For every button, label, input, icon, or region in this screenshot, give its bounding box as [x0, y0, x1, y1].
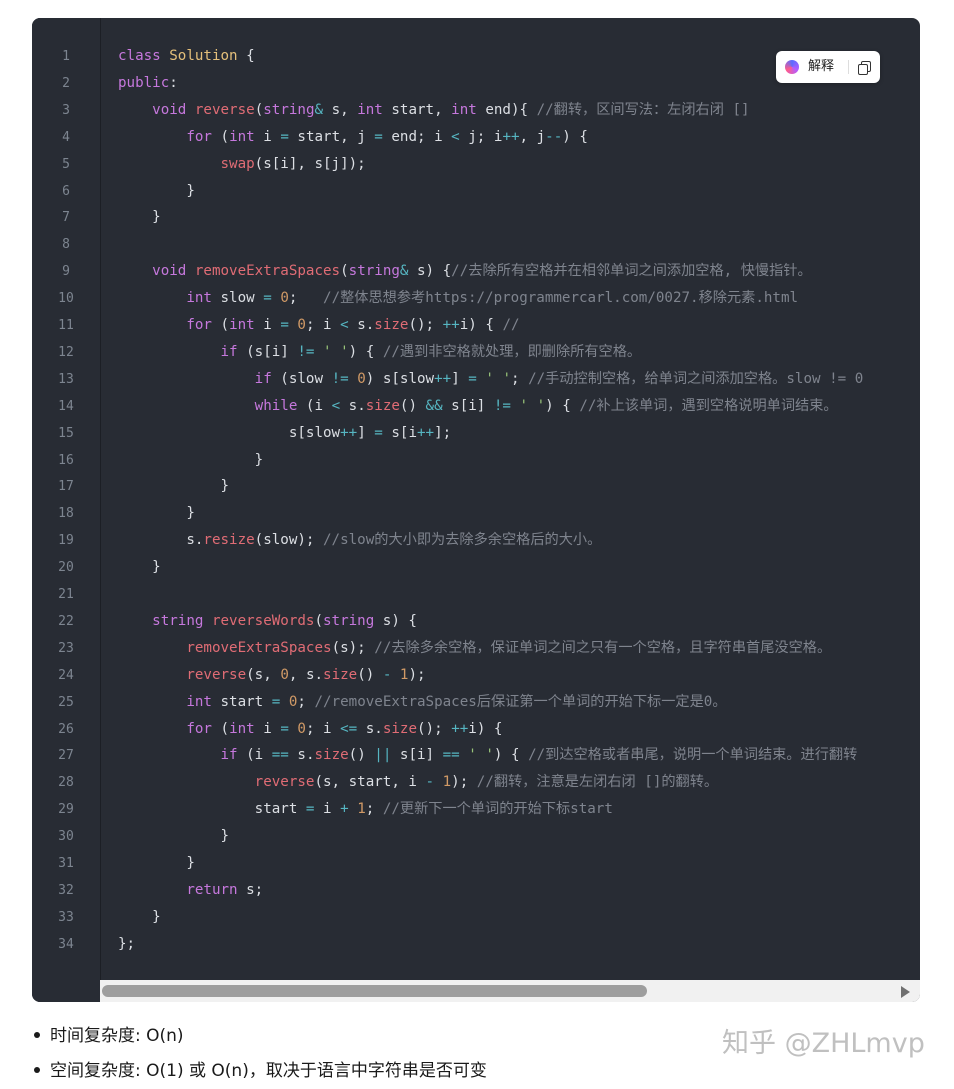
line-number: 4 [62, 129, 70, 145]
line-number: 20 [58, 560, 74, 576]
toolbar-divider [848, 60, 849, 74]
line-number: 24 [58, 667, 74, 683]
line-number: 21 [58, 587, 74, 602]
code-line: } [118, 209, 161, 226]
code-line: swap(s[i], s[j]); [220, 155, 366, 172]
code-line: if (s[i] != ' ') { //遇到非空格就处理，即删除所有空格。 [220, 343, 642, 360]
code-line: } [118, 478, 230, 495]
line-number: 6 [62, 183, 70, 199]
code-content[interactable]: class Solution { public: void reverse(str… [100, 18, 920, 980]
line-number: 10 [58, 291, 74, 307]
code-line: class Solution { [118, 48, 255, 64]
line-number: 32 [58, 882, 74, 898]
list-item-text: 空间复杂度: O(1) 或 O(n)，取决于语言中字符串是否可变 [50, 1061, 487, 1081]
line-number: 16 [58, 452, 74, 468]
line-number-gutter: 1 2 3 4 5 6 7 8 9 10 11 12 13 14 15 16 17 18 19 20 21 22 23 24 2… [32, 18, 101, 1002]
line-number: 27 [58, 748, 74, 764]
list-item: 时间复杂度: O(n) [32, 1022, 184, 1050]
line-number: 28 [58, 775, 74, 791]
code-line: void reverse(string& s, int start, int e… [152, 101, 750, 118]
line-number: 7 [62, 210, 70, 226]
code-line: } [118, 908, 161, 925]
code-line: return s; [186, 881, 264, 898]
line-number: 23 [58, 640, 74, 656]
code-line: start = i + 1; //更新下一个单词的开始下标start [118, 801, 613, 818]
code-line: void removeExtraSpaces(string& s) {//去除所… [152, 263, 812, 280]
code-line: while (i < s.size() && s[i] != ' ') { //… [254, 397, 838, 414]
line-number: 33 [58, 909, 74, 925]
line-number: 9 [62, 264, 70, 280]
code-line: reverse(s, start, i - 1); //翻转，注意是左闭右闭 [… [254, 774, 719, 791]
line-number: 2 [62, 75, 70, 91]
line-number: 18 [58, 506, 74, 522]
code-line: if (i == s.size() || s[i] == ' ') { //到达… [220, 747, 858, 764]
code-line: public: [118, 74, 178, 91]
code-line: } [118, 505, 195, 522]
code-line: }; [118, 935, 136, 952]
line-number: 17 [58, 479, 74, 495]
code-line: s.resize(slow); //slow的大小即为去除多余空格后的大小。 [118, 532, 602, 549]
code-line: } [118, 855, 195, 871]
line-number: 25 [58, 694, 74, 710]
line-number: 3 [62, 102, 70, 118]
code-line: int slow = 0; //整体思想参考https://programmer… [186, 290, 799, 307]
line-number: 29 [58, 802, 74, 818]
horizontal-scrollbar[interactable] [100, 980, 920, 1002]
code-line: for (int i = 0; i <= s.size(); ++i) { [186, 720, 503, 737]
line-number: 8 [62, 237, 70, 253]
code-line: s[slow++] = s[i++]; [118, 424, 452, 441]
code-toolbar: 解释 [776, 51, 880, 83]
code-block: 1 2 3 4 5 6 7 8 9 10 11 12 13 14 15 16 17 18 19 20 21 22 23 24 2… [32, 18, 920, 1002]
code-line: } [118, 559, 161, 576]
code-line: for (int i = 0; i < s.size(); ++i) { // [186, 317, 520, 333]
scrollbar-thumb[interactable] [102, 985, 647, 997]
line-number: 5 [62, 156, 70, 172]
line-number: 13 [58, 371, 74, 387]
line-number: 30 [58, 829, 74, 845]
line-number: 14 [58, 398, 74, 414]
line-number: 26 [58, 721, 74, 737]
line-number: 34 [58, 936, 74, 952]
code-line: } [118, 828, 230, 845]
code-line: int start = 0; //removeExtraSpaces后保证第一个… [186, 693, 727, 710]
code-line: } [118, 451, 264, 468]
line-number: 19 [58, 533, 74, 549]
code-line: if (slow != 0) s[slow++] = ' '; //手动控制空格… [254, 370, 864, 387]
list-item: 空间复杂度: O(1) 或 O(n)，取决于语言中字符串是否可变 [32, 1057, 487, 1085]
code-line: for (int i = start, j = end; i < j; i++,… [186, 128, 588, 145]
code-line: string reverseWords(string s) { [152, 612, 417, 629]
line-number: 22 [58, 613, 74, 629]
scroll-right-arrow-icon[interactable] [901, 986, 910, 998]
line-number: 31 [58, 856, 74, 871]
line-number: 11 [58, 318, 74, 333]
explain-button[interactable]: 解释 [808, 58, 834, 76]
watermark: 知乎 @ZHLmvp [722, 1028, 925, 1059]
code-line: removeExtraSpaces(s); //去除多余空格，保证单词之间之只有… [186, 639, 832, 656]
code-line: } [118, 182, 195, 199]
brain-icon[interactable] [785, 60, 799, 74]
copy-icon[interactable] [856, 59, 872, 75]
list-item-text: 时间复杂度: O(n) [50, 1026, 184, 1046]
code-line: reverse(s, 0, s.size() - 1); [186, 666, 426, 683]
line-number: 15 [58, 425, 74, 441]
line-number: 1 [62, 49, 70, 64]
line-number: 12 [58, 344, 74, 360]
